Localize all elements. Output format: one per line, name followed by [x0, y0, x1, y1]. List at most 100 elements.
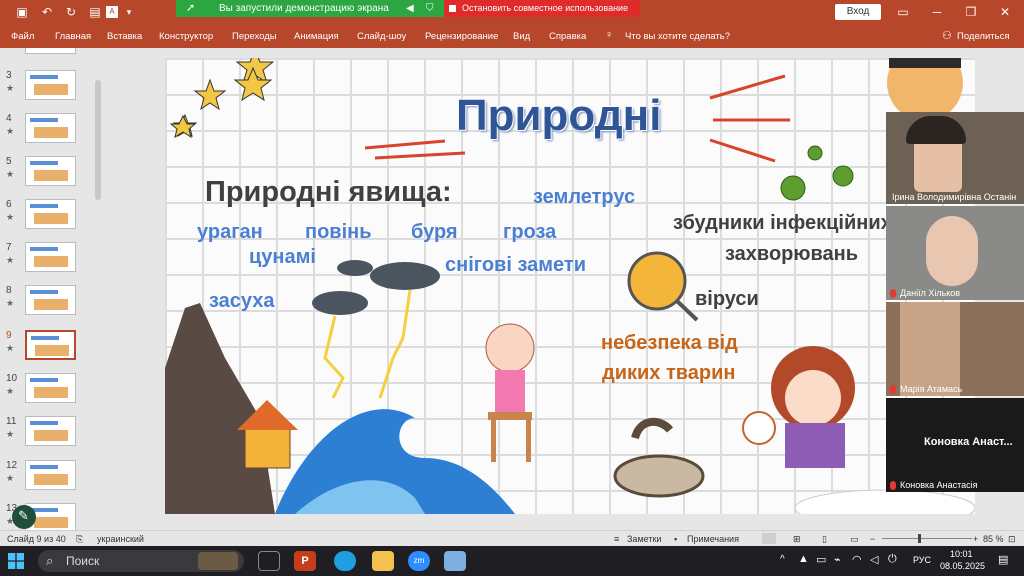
undo-icon[interactable]: ↶: [38, 3, 56, 21]
notes-button[interactable]: Заметки: [627, 534, 661, 544]
taskbar-search[interactable]: ⌕ Поиск: [38, 550, 244, 572]
powerpoint-taskbar-icon[interactable]: P: [294, 551, 316, 571]
ribbon-display-icon[interactable]: ▭: [888, 3, 918, 21]
ribbon-tabs: Файл Главная Вставка Конструктор Переход…: [0, 24, 1024, 48]
participant-tile-name: Коновка Анаст...: [924, 436, 1013, 448]
participant-tile[interactable]: Ірина Володимирівна Останін: [886, 112, 1024, 204]
tab-slideshow[interactable]: Слайд-шоу: [357, 31, 406, 42]
slideshow-view-icon[interactable]: ▭: [850, 534, 859, 545]
word-viruses: віруси: [695, 288, 759, 310]
minimize-icon[interactable]: ─: [922, 3, 952, 21]
normal-view-icon[interactable]: [762, 533, 776, 544]
slide-thumbnail[interactable]: [25, 460, 76, 490]
notifications-icon[interactable]: ▤: [998, 553, 1008, 566]
search-icon: ⌕: [46, 553, 54, 568]
zoom-level[interactable]: 85 %: [983, 534, 1004, 544]
thumbnail-number: 3: [6, 70, 12, 81]
share-button[interactable]: Поделиться: [957, 31, 1009, 42]
input-language[interactable]: РУС: [913, 555, 931, 565]
participant-tile[interactable]: Даніїл Хільков: [886, 206, 1024, 300]
bluetooth-icon[interactable]: ⌁: [834, 553, 841, 566]
tab-design[interactable]: Конструктор: [159, 31, 213, 42]
file-explorer-icon[interactable]: [372, 551, 394, 571]
start-slideshow-icon[interactable]: ▤: [86, 3, 104, 21]
wifi-icon[interactable]: ◠: [852, 553, 862, 566]
participant-tile[interactable]: Марія Атамась: [886, 302, 1024, 396]
slide-thumbnail[interactable]: [25, 330, 76, 360]
zoom-slider-thumb[interactable]: [918, 534, 921, 543]
slide-thumbnail[interactable]: [25, 156, 76, 186]
slide-thumbnail[interactable]: [25, 373, 76, 403]
person-icon[interactable]: ⚇: [942, 29, 952, 42]
thumbnail-partial[interactable]: [25, 48, 76, 54]
tab-view[interactable]: Вид: [513, 31, 530, 42]
slide-thumbnail[interactable]: [25, 70, 76, 100]
thumbnail-animation-mark: ★: [6, 169, 15, 179]
zoom-out-icon[interactable]: −: [870, 534, 875, 544]
comments-button[interactable]: Примечания: [687, 534, 739, 544]
stop-share-button[interactable]: Остановить совместное использование: [444, 0, 640, 17]
word-thunderstorm: гроза: [503, 221, 557, 243]
participant-name: Даніїл Хільков: [900, 287, 961, 298]
zoom-app-icon[interactable]: zm: [408, 551, 430, 571]
title-bar: ▣ ↶ ↻ ▤ A ▾ ➚ Вы запустили демонстрацию …: [0, 0, 1024, 24]
slide-sorter-icon[interactable]: ⊞: [793, 534, 801, 545]
tab-home[interactable]: Главная: [55, 31, 91, 42]
login-button[interactable]: Вход: [835, 4, 881, 20]
clock-time[interactable]: 10:01: [950, 549, 973, 559]
tell-me-search[interactable]: Что вы хотите сделать?: [625, 31, 730, 42]
mic-muted-icon: [890, 289, 896, 298]
fit-slide-icon[interactable]: ⊡: [1008, 534, 1016, 545]
lightbulb-icon[interactable]: ♀: [605, 29, 613, 41]
thumbnail-number: 10: [6, 373, 18, 384]
tray-app-icon[interactable]: ▲: [798, 553, 809, 565]
text-a-icon[interactable]: A: [106, 6, 118, 18]
pen-icon: ✎: [18, 508, 29, 523]
slide-canvas[interactable]: Природні Природні явища: землетрус урага…: [165, 58, 975, 514]
participant-name-row: Даніїл Хільков: [890, 288, 960, 298]
slide-thumbnail[interactable]: [25, 113, 76, 143]
close-icon[interactable]: ✕: [990, 3, 1020, 21]
battery-icon[interactable]: ▭: [816, 553, 826, 566]
word-storm: буря: [411, 221, 458, 243]
tab-animations[interactable]: Анимация: [294, 31, 339, 42]
tray-chevron-icon[interactable]: ^: [780, 554, 785, 565]
task-view-icon[interactable]: [258, 551, 280, 571]
slide-thumbnail[interactable]: [25, 416, 76, 446]
slide-thumbnail[interactable]: [25, 199, 76, 229]
thumbnail-animation-mark: ★: [6, 212, 15, 222]
participant-name: Коновка Анастасія: [900, 479, 978, 490]
redo-icon[interactable]: ↻: [62, 3, 80, 21]
participant-video: [926, 216, 978, 286]
clock-date[interactable]: 08.05.2025: [940, 561, 985, 571]
tab-transitions[interactable]: Переходы: [232, 31, 277, 42]
tab-file[interactable]: Файл: [11, 31, 34, 42]
spellcheck-icon[interactable]: ⎘: [76, 534, 83, 545]
volume-icon[interactable]: ◁: [870, 553, 878, 566]
scrollbar-thumb[interactable]: [95, 80, 101, 200]
tab-review[interactable]: Рецензирование: [425, 31, 498, 42]
restore-icon[interactable]: ❐: [956, 3, 986, 21]
tab-help[interactable]: Справка: [549, 31, 586, 42]
paint-app-icon[interactable]: [444, 551, 466, 571]
reading-view-icon[interactable]: ▯: [822, 534, 827, 545]
windows-start-icon[interactable]: [8, 553, 24, 569]
participant-name-row: Коновка Анастасія: [890, 480, 978, 490]
audio-icon[interactable]: ◀: [406, 0, 414, 17]
slide-title: Природні: [456, 91, 662, 140]
thumbnails-scrollbar[interactable]: [94, 48, 102, 530]
pen-tool-button[interactable]: ✎: [12, 505, 36, 529]
participant-tile[interactable]: Коновка Анаст... Коновка Анастасія: [886, 398, 1024, 492]
zoom-in-icon[interactable]: +: [973, 534, 978, 544]
zoom-slider[interactable]: [882, 534, 972, 543]
edge-icon[interactable]: [334, 551, 356, 571]
language-indicator[interactable]: украинский: [97, 534, 144, 544]
slide-thumbnail[interactable]: [25, 242, 76, 272]
power-icon[interactable]: ⏻: [888, 553, 897, 566]
tab-insert[interactable]: Вставка: [107, 31, 142, 42]
word-tsunami: цунамі: [249, 246, 316, 268]
thumbnail-number: 5: [6, 156, 12, 167]
slide-thumbnail[interactable]: [25, 285, 76, 315]
chevron-down-icon[interactable]: ▾: [120, 3, 138, 21]
save-icon[interactable]: ▣: [13, 3, 31, 21]
